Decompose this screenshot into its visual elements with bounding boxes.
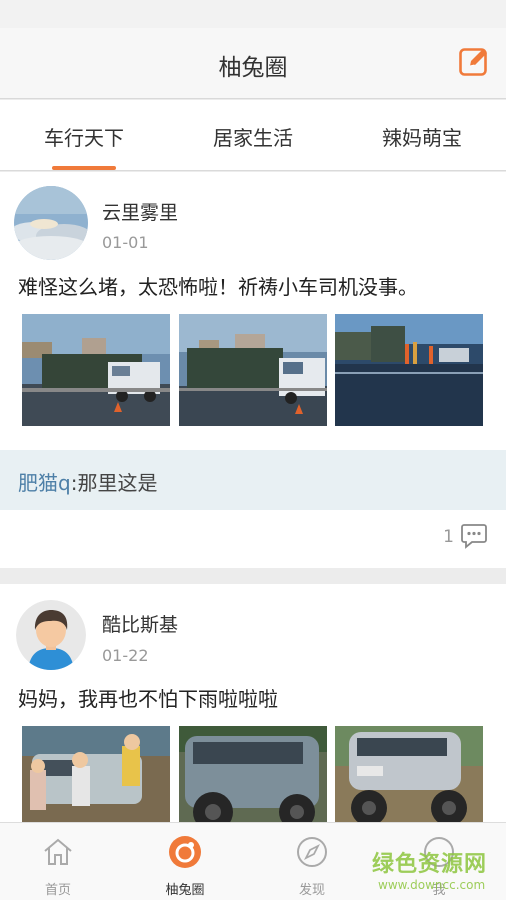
nav-circle[interactable]: 柚兔圈: [145, 835, 225, 898]
nav-home[interactable]: 首页: [18, 835, 98, 898]
page-title: 柚兔圈: [218, 55, 288, 81]
home-icon: [44, 838, 72, 865]
category-tabs: 车行天下 居家生活 辣妈萌宝: [0, 100, 506, 171]
circle-icon: [169, 836, 201, 868]
avatar[interactable]: [14, 186, 88, 260]
post-date: 01-22: [102, 646, 149, 665]
nav-circle-label: 柚兔圈: [165, 883, 205, 898]
post-content: 妈妈，我再也不怕下雨啦啦啦: [18, 687, 278, 711]
comment-text: :那里这是: [70, 471, 158, 495]
comment-bubble-icon[interactable]: [460, 522, 488, 550]
compass-icon: [297, 837, 327, 867]
compose-icon[interactable]: [458, 45, 490, 77]
post-photo[interactable]: [22, 314, 170, 426]
avatar[interactable]: [16, 600, 86, 670]
post-photo[interactable]: [179, 314, 327, 426]
comment-box[interactable]: 肥猫q:那里这是: [0, 450, 506, 510]
post-content: 难怪这么堵，太恐怖啦！祈祷小车司机没事。: [18, 275, 418, 299]
post-date: 01-01: [102, 233, 149, 252]
post-username[interactable]: 云里雾里: [102, 198, 178, 225]
post-card[interactable]: 酷比斯基 01-22 妈妈，我再也不怕下雨啦啦啦: [0, 584, 506, 838]
top-header: 柚兔圈: [0, 28, 506, 99]
post-username[interactable]: 酷比斯基: [102, 610, 178, 637]
watermark-title: 绿色资源网: [372, 852, 488, 877]
nav-home-label: 首页: [44, 883, 71, 898]
status-bar: [0, 0, 506, 28]
tab-car[interactable]: 车行天下: [4, 122, 164, 151]
nav-discover[interactable]: 发现: [272, 835, 352, 898]
watermark: 绿色资源网 www.downcc.com: [372, 846, 502, 892]
tab-mom-baby[interactable]: 辣妈萌宝: [342, 122, 502, 151]
post-photo[interactable]: [335, 314, 483, 426]
active-tab-indicator: [52, 166, 116, 170]
nav-discover-label: 发现: [298, 883, 325, 898]
watermark-url: www.downcc.com: [378, 878, 486, 892]
tab-home-life[interactable]: 居家生活: [173, 122, 333, 151]
reply-count: 1: [443, 527, 454, 547]
post-card[interactable]: 云里雾里 01-01 难怪这么堵，太恐怖啦！祈祷小车司机没事。 肥猫q:那里这是…: [0, 172, 506, 568]
comment-author[interactable]: 肥猫q: [18, 471, 71, 495]
comment: 肥猫q:那里这是: [18, 467, 157, 496]
